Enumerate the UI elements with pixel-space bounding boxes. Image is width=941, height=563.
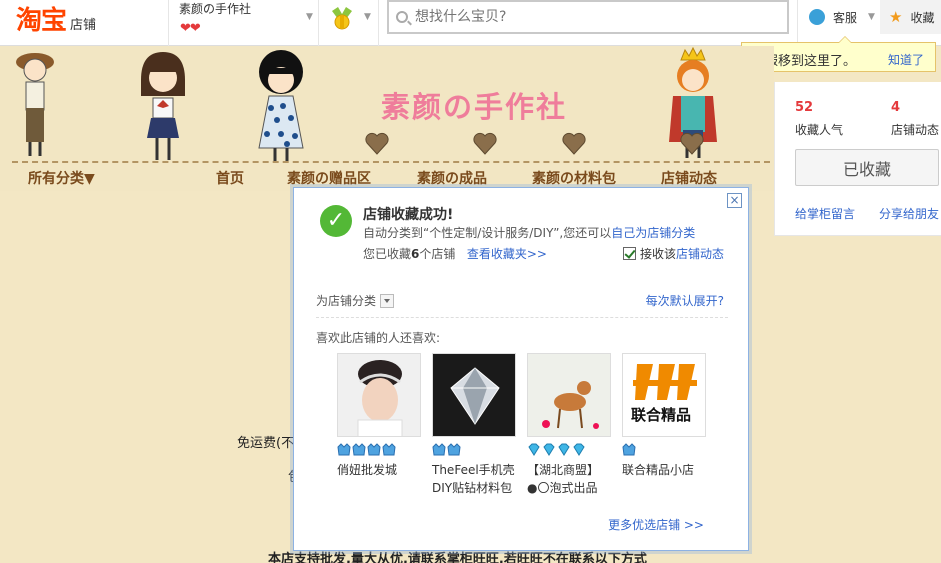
shop-thumbnail[interactable] — [527, 353, 611, 437]
chat-bubble-icon — [809, 9, 825, 25]
favorite-label: 收藏 — [910, 10, 935, 25]
shop-dropdown-icon[interactable]: ▼ — [306, 12, 313, 22]
divider — [318, 0, 319, 46]
shop-name-line[interactable]: ●〇泡式出品 — [527, 479, 613, 497]
divider — [797, 0, 798, 46]
search-input[interactable] — [415, 5, 775, 29]
service-label: 客服 — [833, 10, 858, 25]
shop-thumbnail[interactable]: 联合精品 — [622, 353, 706, 437]
shop-banner: 素颜の手作社 所有分类▼ 首页 素颜の赠品区 素颜の成品 素颜の材料包 店铺动态 — [0, 46, 774, 191]
recommended-shop-card[interactable]: 【湖北商盟】 ●〇泡式出品 — [527, 353, 613, 497]
thumbnail-logo-text: 联合精品 — [631, 406, 692, 424]
taobao-logo[interactable]: 淘宝 店铺 — [16, 4, 96, 36]
favorites-count-label: 收藏人气 — [795, 123, 844, 137]
nav-shop-updates[interactable]: 店铺动态 — [661, 168, 717, 188]
service-dropdown-icon[interactable]: ▼ — [868, 12, 875, 22]
more-shops-link[interactable]: 更多优选店铺 >> — [608, 516, 704, 533]
medal-dropdown-icon[interactable]: ▼ — [364, 12, 371, 22]
shop-thumbnail[interactable] — [337, 353, 421, 437]
lace-heart-icon — [562, 132, 586, 155]
recommended-shop-card[interactable]: 联合精品 联合精品小店 — [622, 353, 708, 479]
view-favorites-link[interactable]: 查看收藏夹>> — [467, 247, 547, 261]
customer-service-button[interactable]: 客服 ▼ — [800, 0, 878, 34]
auto-category-text: 自动分类到“个性定制/设计服务/DIY”,您还可以自己为店铺分类 — [363, 224, 695, 241]
receive-updates-option[interactable]: 接收该 店铺动态 — [623, 245, 724, 262]
nav-home[interactable]: 首页 — [216, 168, 244, 188]
shop-updates-link[interactable]: 店铺动态 — [676, 245, 724, 262]
close-icon[interactable]: × — [727, 193, 742, 208]
top-bar: 淘宝 店铺 素颜の手作社 ❤❤ ▼ ▼ 客服 ▼ ★ 收藏 — [0, 0, 941, 46]
favorites-count-text: 您已收藏6个店铺 查看收藏夹>> — [363, 245, 547, 262]
shop-name[interactable]: 素颜の手作社 — [179, 0, 251, 17]
also-liked-title: 喜欢此店铺的人还喜欢: — [316, 331, 441, 345]
logo-text: 淘宝 — [16, 6, 67, 36]
collected-button[interactable]: 已收藏 — [795, 149, 939, 186]
lace-heart-icon — [365, 132, 389, 155]
success-check-icon: ✓ — [320, 205, 352, 237]
nav-all-categories[interactable]: 所有分类▼ — [28, 168, 95, 188]
shop-name-line[interactable]: 联合精品小店 — [622, 461, 708, 479]
favorites-count: 52 — [795, 100, 814, 115]
polka-dress-girl-illustration — [258, 50, 304, 162]
nav-finished-products[interactable]: 素颜の成品 — [417, 168, 487, 188]
recommended-shop-card[interactable]: 俏妞批发城 — [337, 353, 423, 479]
lace-heart-icon — [473, 132, 497, 155]
banner-divider — [12, 161, 770, 164]
free-shipping-text: 免运费(不 — [237, 436, 295, 451]
shop-rating-icons — [527, 443, 613, 457]
favorites-suffix: 个店铺 — [419, 247, 456, 261]
nav-gift-zone[interactable]: 素颜の赠品区 — [287, 168, 371, 188]
shop-rating-icons — [432, 443, 518, 457]
divider — [168, 0, 169, 46]
medal-icon[interactable] — [329, 5, 355, 31]
shop-name-line[interactable]: 【湖北商盟】 — [527, 461, 613, 479]
favorite-shop-button[interactable]: ★ 收藏 — [880, 0, 941, 34]
girl-illustration — [141, 52, 185, 160]
shop-info-panel: 52 收藏人气 4 店铺动态 已收藏 给掌柜留言 分享给朋友 — [774, 82, 941, 236]
banner-shop-title: 素颜の手作社 — [381, 90, 568, 124]
chevron-down-icon[interactable] — [380, 293, 395, 308]
credit-hearts-icon: ❤❤ — [180, 21, 201, 36]
shop-updates-count[interactable]: 4 — [891, 100, 900, 115]
shop-name-line[interactable]: DIY贴钻材料包 — [432, 479, 518, 497]
custom-category-link[interactable]: 自己为店铺分类 — [611, 226, 695, 240]
shop-rating-icons — [622, 443, 708, 457]
share-link[interactable]: 分享给朋友 — [879, 205, 939, 222]
divider — [378, 0, 379, 46]
lace-heart-icon — [680, 132, 704, 155]
nav-material-kits[interactable]: 素颜の材料包 — [532, 168, 616, 188]
favorites-prefix: 您已收藏 — [363, 247, 412, 261]
shop-rating-icons — [337, 443, 423, 457]
receive-updates-checkbox[interactable] — [623, 247, 636, 260]
got-it-link[interactable]: 知道了 — [888, 51, 924, 68]
default-expand-link[interactable]: 每次默认展开? — [646, 292, 724, 309]
dialog-title: 店铺收藏成功! — [363, 207, 454, 223]
receive-updates-prefix: 接收该 — [640, 247, 677, 261]
logo-subtext: 店铺 — [70, 18, 97, 33]
auto-category-prefix: 自动分类到“个性定制/设计服务/DIY”,您还可以 — [363, 226, 612, 240]
shop-name-line[interactable]: 俏妞批发城 — [337, 461, 423, 479]
search-box[interactable] — [387, 0, 789, 34]
star-icon: ★ — [889, 8, 903, 26]
boy-illustration — [16, 53, 54, 156]
category-selector[interactable]: 为店铺分类 — [316, 292, 395, 309]
shop-updates-label[interactable]: 店铺动态 — [891, 121, 939, 138]
search-icon — [396, 11, 408, 23]
recommended-shop-card[interactable]: TheFeel手机壳 DIY贴钻材料包 — [432, 353, 518, 497]
category-label: 为店铺分类 — [316, 294, 377, 308]
message-seller-link[interactable]: 给掌柜留言 — [795, 205, 855, 222]
dialog-divider — [316, 317, 728, 318]
favorite-success-dialog: × ✓ 店铺收藏成功! 自动分类到“个性定制/设计服务/DIY”,您还可以自己为… — [293, 187, 749, 551]
shop-name-line[interactable]: TheFeel手机壳 — [432, 461, 518, 479]
shop-thumbnail[interactable] — [432, 353, 516, 437]
